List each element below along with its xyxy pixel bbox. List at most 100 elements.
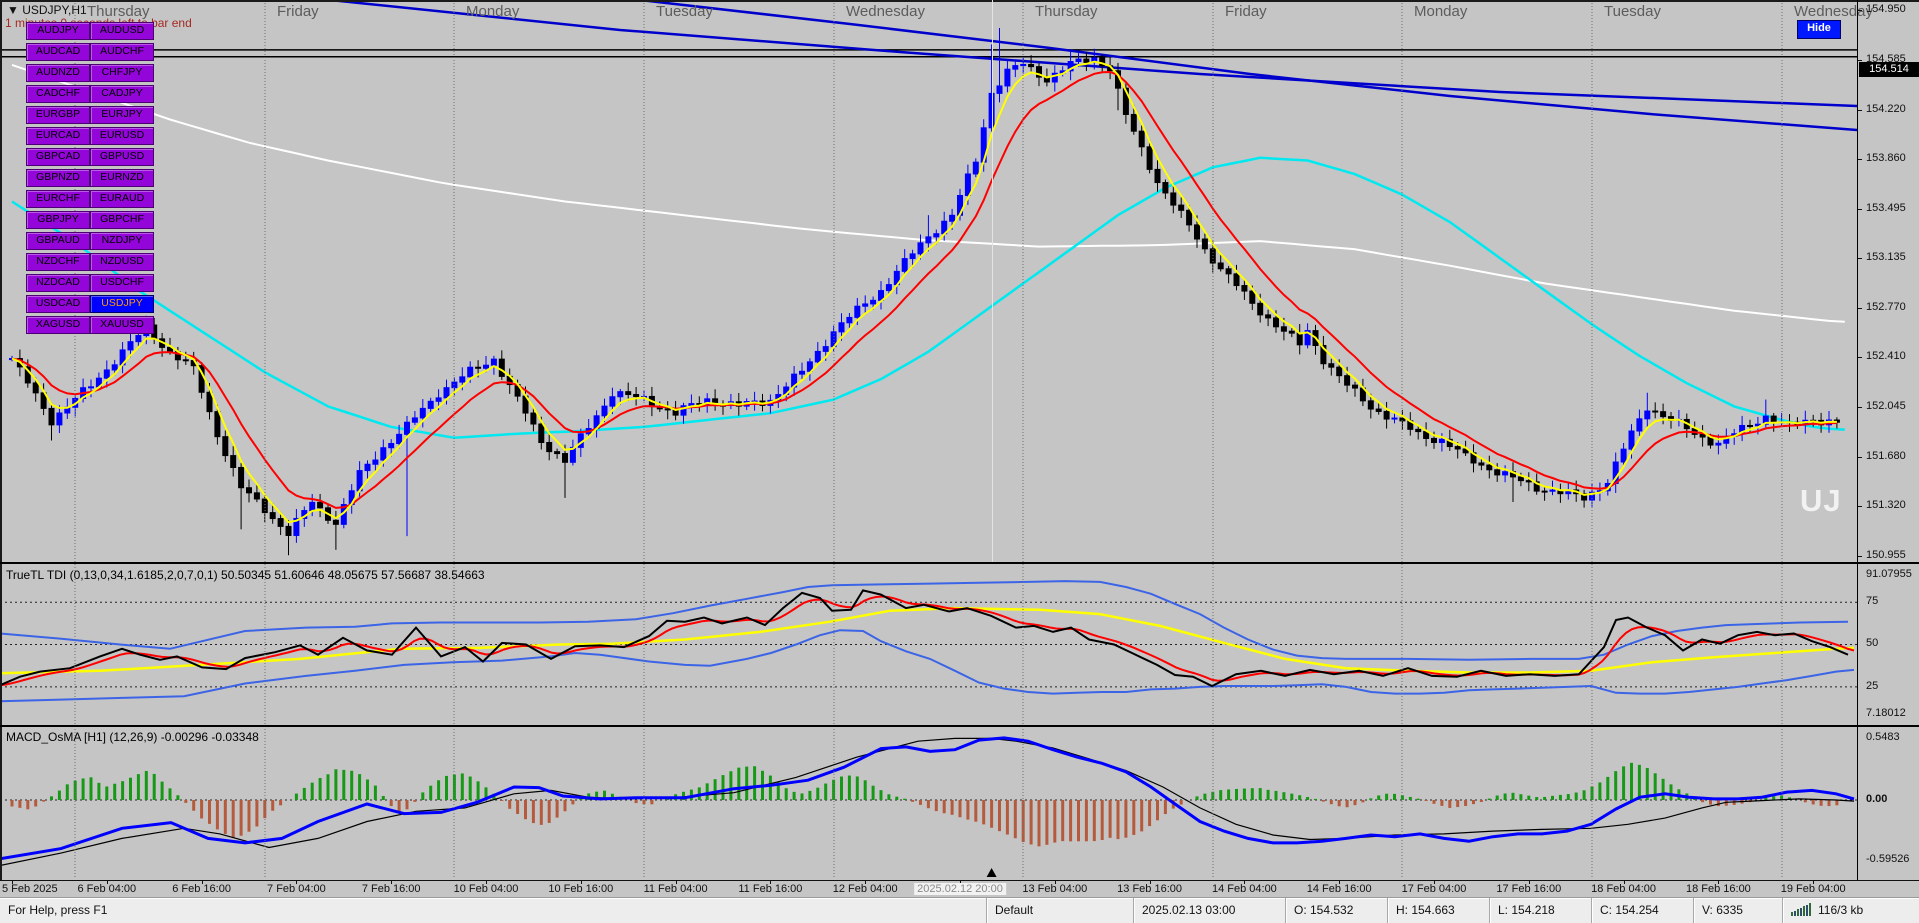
symbol-button-audjpy[interactable]: AUDJPY — [26, 22, 90, 40]
main-chart-canvas[interactable] — [0, 0, 1919, 880]
connection-bars-icon — [1791, 903, 1813, 919]
symbol-button-usdcad[interactable]: USDCAD — [26, 295, 90, 313]
price-tick-mark — [1858, 10, 1862, 11]
pane-splitter-macd[interactable] — [0, 725, 1919, 727]
time-tick-label: 7 Feb 04:00 — [267, 883, 326, 895]
symbol-button-xagusd[interactable]: XAGUSD — [26, 316, 90, 334]
price-tick-label: 153.495 — [1866, 202, 1906, 214]
status-profile[interactable]: Default — [986, 898, 1133, 923]
symbol-button-usdchf[interactable]: USDCHF — [90, 274, 154, 292]
day-label: Friday — [1225, 3, 1267, 20]
time-tick-label: 13 Feb 16:00 — [1117, 883, 1182, 895]
price-tick-label: 151.320 — [1866, 499, 1906, 511]
tdi-scale-label: 50 — [1866, 637, 1878, 649]
symbol-button-nzdcad[interactable]: NZDCAD — [26, 274, 90, 292]
day-label: Monday — [466, 3, 519, 20]
time-tick-mark — [486, 881, 487, 884]
tdi-scale-label: 25 — [1866, 680, 1878, 692]
symbol-button-nzdchf[interactable]: NZDCHF — [26, 253, 90, 271]
price-tick-mark — [1858, 308, 1862, 309]
time-tick-mark — [1529, 881, 1530, 884]
time-tick-mark — [676, 881, 677, 884]
symbol-button-audcad[interactable]: AUDCAD — [26, 43, 90, 61]
status-bar: For Help, press F1 Default 2025.02.13 03… — [0, 897, 1919, 923]
time-tick-label: 12 Feb 04:00 — [833, 883, 898, 895]
price-tick-mark — [1858, 110, 1862, 111]
day-label: Tuesday — [656, 3, 713, 20]
price-tick-label: 152.045 — [1866, 400, 1906, 412]
price-tick-label: 150.955 — [1866, 549, 1906, 561]
time-tick-label: 18 Feb 04:00 — [1591, 883, 1656, 895]
symbol-button-cadjpy[interactable]: CADJPY — [90, 85, 154, 103]
time-tick-label: 14 Feb 04:00 — [1212, 883, 1277, 895]
symbol-button-gbpnzd[interactable]: GBPNZD — [26, 169, 90, 187]
current-price-tag: 154.514 — [1859, 62, 1919, 77]
status-close: C: 154.254 — [1591, 898, 1693, 923]
price-scale[interactable]: 154.950154.585154.220153.860153.495153.1… — [1857, 0, 1919, 880]
pane-splitter-tdi[interactable] — [0, 562, 1919, 564]
time-tick-label: 6 Feb 16:00 — [172, 883, 231, 895]
day-label: Tuesday — [1604, 3, 1661, 20]
symbol-button-eurchf[interactable]: EURCHF — [26, 190, 90, 208]
price-tick-mark — [1858, 407, 1862, 408]
symbol-button-cadchf[interactable]: CADCHF — [26, 85, 90, 103]
time-tick-mark — [202, 881, 203, 884]
tdi-indicator-label: TrueTL TDI (0,13,0,34,1.6185,2,0,7,0,1) … — [6, 568, 485, 582]
price-tick-label: 152.410 — [1866, 350, 1906, 362]
time-tick-label: 10 Feb 04:00 — [454, 883, 519, 895]
time-tick-mark — [1339, 881, 1340, 884]
price-tick-label: 154.950 — [1866, 3, 1906, 15]
status-help-text: For Help, press F1 — [0, 898, 986, 923]
symbol-button-eurnzd[interactable]: EURNZD — [90, 169, 154, 187]
status-bar-time: 2025.02.13 03:00 — [1133, 898, 1285, 923]
symbol-button-audusd[interactable]: AUDUSD — [90, 22, 154, 40]
price-tick-mark — [1858, 258, 1862, 259]
day-label: Monday — [1414, 3, 1467, 20]
time-tick-mark — [107, 881, 108, 884]
symbol-button-audchf[interactable]: AUDCHF — [90, 43, 154, 61]
symbol-button-eurcad[interactable]: EURCAD — [26, 127, 90, 145]
price-tick-mark — [1858, 556, 1862, 557]
symbol-button-usdjpy[interactable]: USDJPY — [90, 295, 154, 313]
day-label: Wednesday — [846, 3, 925, 20]
symbol-button-gbpusd[interactable]: GBPUSD — [90, 148, 154, 166]
symbol-button-xauusd[interactable]: XAUUSD — [90, 316, 154, 334]
symbol-button-gbpaud[interactable]: GBPAUD — [26, 232, 90, 250]
symbol-button-euraud[interactable]: EURAUD — [90, 190, 154, 208]
macd-scale-label: 0.00 — [1866, 793, 1887, 805]
time-tick-label: 7 Feb 16:00 — [362, 883, 421, 895]
status-low: L: 154.218 — [1489, 898, 1591, 923]
symbol-button-nzdjpy[interactable]: NZDJPY — [90, 232, 154, 250]
hide-button[interactable]: Hide — [1797, 20, 1841, 39]
price-tick-mark — [1858, 357, 1862, 358]
symbol-button-audnzd[interactable]: AUDNZD — [26, 64, 90, 82]
symbol-button-eurgbp[interactable]: EURGBP — [26, 106, 90, 124]
time-axis[interactable]: 5 Feb 20256 Feb 04:006 Feb 16:007 Feb 04… — [0, 880, 1919, 898]
time-tick-label: 19 Feb 04:00 — [1781, 883, 1846, 895]
tdi-scale-label: 7.18012 — [1866, 707, 1906, 719]
time-tick-mark — [581, 881, 582, 884]
status-volume: V: 6335 — [1693, 898, 1782, 923]
price-tick-label: 153.860 — [1866, 152, 1906, 164]
symbol-button-gbpchf[interactable]: GBPCHF — [90, 211, 154, 229]
macd-scale-label: -0.59526 — [1866, 853, 1909, 865]
time-tick-mark — [1624, 881, 1625, 884]
time-tick-label: 14 Feb 16:00 — [1307, 883, 1372, 895]
price-tick-mark — [1858, 159, 1862, 160]
time-tick-mark — [1150, 881, 1151, 884]
day-label: Thursday — [1035, 3, 1098, 20]
symbol-button-chfjpy[interactable]: CHFJPY — [90, 64, 154, 82]
time-tick-label: 13 Feb 04:00 — [1022, 883, 1087, 895]
symbol-watermark: UJ — [1800, 483, 1842, 519]
time-tick-mark — [1813, 881, 1814, 884]
symbol-button-eurjpy[interactable]: EURJPY — [90, 106, 154, 124]
price-tick-label: 154.220 — [1866, 103, 1906, 115]
chart-symbol-label[interactable]: ▼ USDJPY,H1 — [7, 3, 87, 17]
symbol-button-gbpjpy[interactable]: GBPJPY — [26, 211, 90, 229]
symbol-button-nzdusd[interactable]: NZDUSD — [90, 253, 154, 271]
symbol-button-eurusd[interactable]: EURUSD — [90, 127, 154, 145]
tdi-scale-label: 91.07955 — [1866, 568, 1912, 580]
symbol-button-gbpcad[interactable]: GBPCAD — [26, 148, 90, 166]
window-top-border — [0, 0, 1919, 2]
price-tick-mark — [1858, 209, 1862, 210]
